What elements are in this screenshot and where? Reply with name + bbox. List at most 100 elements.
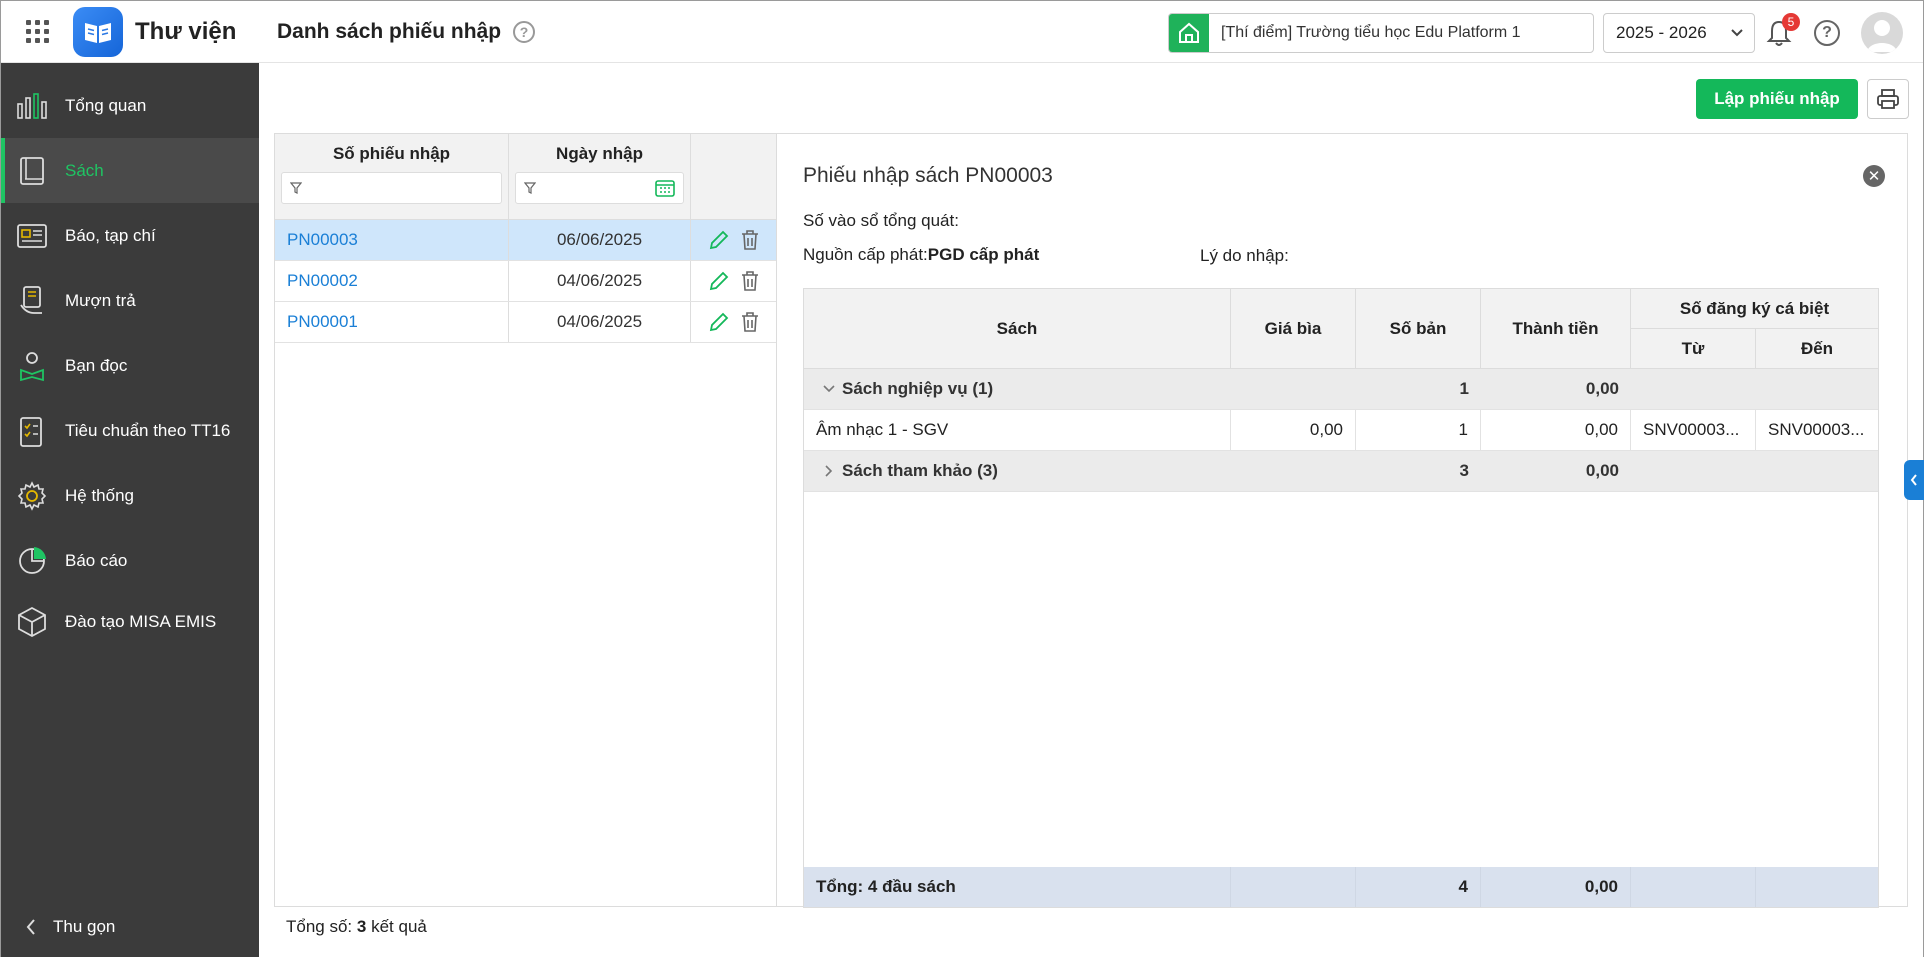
table-header: Sách Giá bìa Số bản Thành tiền Số đăng k…: [804, 289, 1878, 369]
number-filter-input[interactable]: [281, 172, 502, 204]
expand-panel-tab[interactable]: [1904, 460, 1924, 500]
group-amount: 0,00: [1585, 461, 1619, 480]
chevron-down-icon: [1731, 29, 1743, 37]
cell-qty: 1: [1356, 410, 1481, 450]
source-value: PGD cấp phát: [927, 245, 1040, 264]
table-row[interactable]: Âm nhạc 1 - SGV 0,00 1 0,00 SNV00003... …: [804, 410, 1878, 451]
receipt-number-link[interactable]: PN00003: [275, 220, 509, 260]
avatar[interactable]: [1861, 12, 1903, 54]
trash-icon[interactable]: [740, 311, 760, 333]
page-title: Danh sách phiếu nhập: [277, 19, 502, 43]
chart-bars-icon: [15, 89, 49, 123]
cell-price: 0,00: [1231, 410, 1356, 450]
app-title: Thư viện: [135, 17, 237, 45]
receipt-date: 04/06/2025: [509, 261, 691, 301]
column-header-price: Giá bìa: [1231, 289, 1356, 368]
column-header-number: Số phiếu nhập: [332, 144, 451, 163]
column-header-from: Từ: [1631, 329, 1756, 368]
sidebar-item-standards[interactable]: Tiêu chuẩn theo TT16: [1, 398, 259, 463]
date-filter-input[interactable]: [515, 172, 684, 204]
sidebar-item-newspapers[interactable]: Báo, tạp chí: [1, 203, 259, 268]
group-name: Sách nghiệp vụ (1): [842, 379, 994, 398]
edit-icon[interactable]: [708, 311, 730, 333]
footer-amount: 0,00: [1481, 867, 1631, 907]
table-group-row[interactable]: Sách nghiệp vụ (1) 1 0,00: [804, 369, 1878, 410]
receipt-date: 04/06/2025: [509, 302, 691, 342]
help-icon[interactable]: ?: [1814, 20, 1840, 46]
edit-icon[interactable]: [708, 270, 730, 292]
filter-icon: [290, 182, 302, 194]
footer-label: Tổng: 4 đầu sách: [804, 867, 1231, 907]
sidebar-item-label: Hệ thống: [65, 485, 134, 505]
sidebar-item-system[interactable]: Hệ thống: [1, 463, 259, 528]
receipt-items-table: Sách Giá bìa Số bản Thành tiền Số đăng k…: [803, 288, 1879, 908]
sidebar-item-training[interactable]: Đào tạo MISA EMIS: [1, 593, 259, 651]
school-year-select[interactable]: 2025 - 2026: [1603, 13, 1755, 53]
column-header-to: Đến: [1800, 338, 1834, 358]
school-icon: [1169, 14, 1209, 52]
school-name: [Thí điểm] Trường tiểu học Edu Platform …: [1221, 24, 1521, 41]
detail-title: Phiếu nhập sách PN00003: [803, 164, 1053, 187]
school-selector[interactable]: [Thí điểm] Trường tiểu học Edu Platform …: [1168, 13, 1594, 53]
chevron-left-icon: [1910, 474, 1917, 486]
receipt-number-link[interactable]: PN00001: [275, 302, 509, 342]
edit-icon[interactable]: [708, 229, 730, 251]
sidebar-item-borrow[interactable]: Mượn trả: [1, 268, 259, 333]
apps-grid-icon[interactable]: [1, 1, 73, 63]
trash-icon[interactable]: [740, 229, 760, 251]
group-amount: 0,00: [1585, 379, 1619, 398]
collapse-label: Thu gọn: [53, 917, 116, 936]
cell-book: Âm nhạc 1 - SGV: [804, 410, 1231, 450]
cube-icon: [15, 605, 49, 639]
table-footer: Tổng: 4 đầu sách 4 0,00: [804, 867, 1878, 907]
library-logo-icon: [73, 6, 123, 57]
list-item[interactable]: PN00003 06/06/2025: [275, 220, 776, 261]
list-header: Số phiếu nhập Ngày nhập: [275, 134, 776, 220]
sidebar-item-label: Đào tạo MISA EMIS: [65, 612, 217, 631]
print-button[interactable]: [1867, 79, 1909, 119]
table-group-row[interactable]: Sách tham khảo (3) 3 0,00: [804, 451, 1878, 492]
group-qty: 1: [1459, 379, 1469, 398]
checklist-icon: [15, 414, 49, 448]
list-item[interactable]: PN00001 04/06/2025: [275, 302, 776, 343]
sidebar-item-label: Tổng quan: [65, 95, 147, 115]
list-item[interactable]: PN00002 04/06/2025: [275, 261, 776, 302]
group-qty: 3: [1459, 461, 1469, 480]
column-header-date: Ngày nhập: [556, 144, 643, 163]
receipt-list: Số phiếu nhập Ngày nhập PN00003 06/06/20…: [274, 133, 776, 907]
chevron-down-icon[interactable]: [822, 384, 836, 394]
sidebar: Tổng quan Sách Báo, tạp chí Mượn trả Bạn…: [1, 63, 259, 957]
sidebar-item-readers[interactable]: Bạn đọc: [1, 333, 259, 398]
cell-to: SNV00003...: [1768, 420, 1865, 439]
receipt-date: 06/06/2025: [509, 220, 691, 260]
sidebar-item-label: Mượn trả: [65, 290, 136, 310]
reason-label: Lý do nhập:: [1200, 246, 1289, 265]
sidebar-item-label: Báo, tạp chí: [65, 225, 156, 245]
borrow-icon: [15, 284, 49, 318]
cell-from: SNV00003...: [1631, 410, 1756, 450]
page-help-icon[interactable]: ?: [513, 20, 536, 43]
sidebar-item-overview[interactable]: Tổng quan: [1, 73, 259, 138]
gear-icon: [15, 479, 49, 513]
chevron-right-icon[interactable]: [822, 464, 836, 478]
list-total: Tổng số: 3 kết quả: [274, 907, 427, 947]
column-header-qty: Số bản: [1356, 289, 1481, 368]
book-icon: [15, 154, 49, 188]
calendar-icon[interactable]: [655, 179, 675, 197]
column-header-amount: Thành tiền: [1481, 289, 1631, 368]
sidebar-item-reports[interactable]: Báo cáo: [1, 528, 259, 593]
chevron-left-icon: [26, 919, 35, 935]
pie-chart-icon: [15, 544, 49, 578]
source-line: Nguồn cấp phát:PGD cấp phát: [803, 245, 1039, 265]
receipt-number-link[interactable]: PN00002: [275, 261, 509, 301]
sidebar-item-books[interactable]: Sách: [1, 138, 259, 203]
collapse-sidebar-button[interactable]: Thu gọn: [1, 897, 259, 957]
group-name: Sách tham khảo (3): [842, 461, 998, 480]
receipt-detail: Phiếu nhập sách PN00003 ✕ Số vào sổ tổng…: [776, 133, 1908, 908]
trash-icon[interactable]: [740, 270, 760, 292]
close-icon[interactable]: ✕: [1863, 165, 1885, 187]
total-prefix: Tổng số:: [286, 917, 353, 936]
create-receipt-button[interactable]: Lập phiếu nhập: [1696, 79, 1858, 119]
column-header-book: Sách: [804, 289, 1231, 368]
sidebar-item-label: Bạn đọc: [65, 355, 128, 375]
